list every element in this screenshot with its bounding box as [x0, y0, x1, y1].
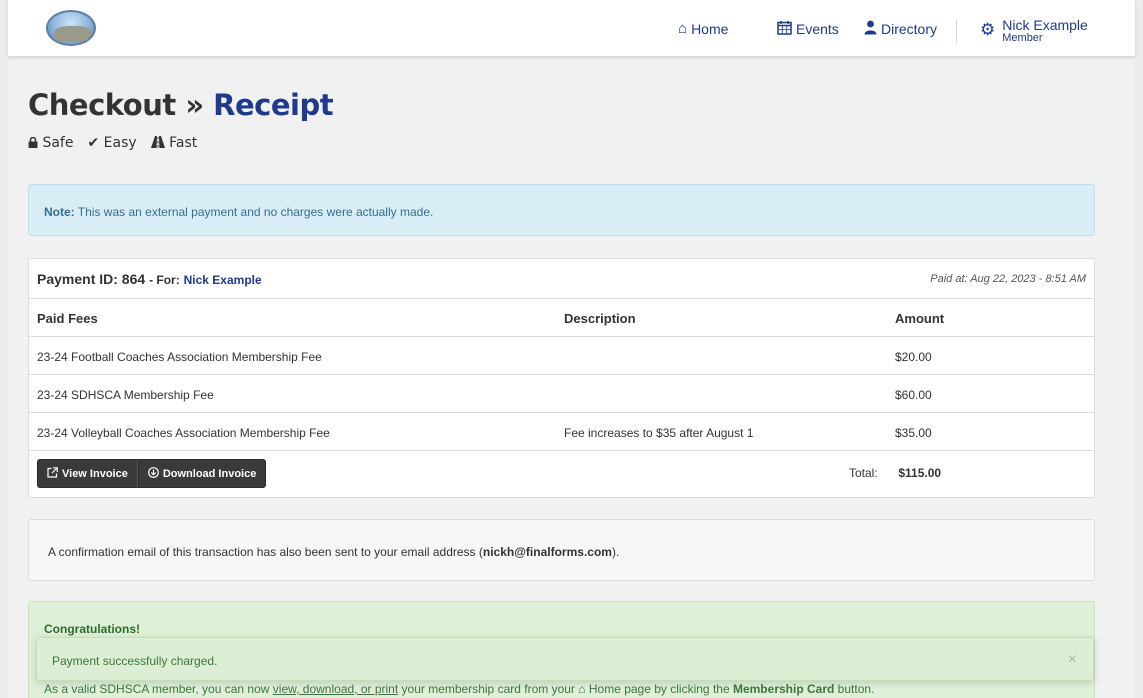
view-invoice-button[interactable]: View Invoice	[37, 459, 138, 488]
col-description: Description	[564, 311, 636, 326]
receipt-footer: View Invoice Download Invoice Total: $11…	[29, 451, 1094, 497]
table-row: 23-24 SDHSCA Membership Fee $60.00	[29, 375, 1094, 413]
confirmation-email: nickh@finalforms.com	[482, 545, 612, 559]
badge-fast-label: Fast	[169, 135, 198, 151]
check-icon: ✔	[87, 135, 100, 151]
receipt-header: Payment ID: 864 - For: Nick Example Paid…	[29, 259, 1094, 299]
title-accent: Receipt	[213, 88, 334, 122]
calendar-icon	[777, 20, 792, 38]
view-invoice-label: View Invoice	[62, 467, 128, 480]
membership-card-button-name: Membership Card	[732, 682, 835, 696]
table-row: 23-24 Football Coaches Association Membe…	[29, 337, 1094, 375]
table-header: Paid Fees Description Amount	[29, 299, 1094, 337]
badge-easy-label: Easy	[103, 135, 137, 151]
fee-amount: $20.00	[895, 350, 932, 364]
congratulations-text: As a valid SDHSCA member, you can now vi…	[44, 682, 874, 696]
lock-icon	[28, 136, 38, 148]
congratulations-heading: Congratulations!	[44, 622, 140, 636]
invoice-button-group: View Invoice Download Invoice	[37, 459, 267, 488]
congrats-text-mid: your membership card from your	[401, 682, 575, 696]
external-link-icon	[47, 466, 58, 481]
badge-safe: Safe	[28, 135, 73, 151]
user-name: Nick Example	[1002, 17, 1088, 33]
title-main: Checkout »	[28, 88, 204, 122]
success-toast: Payment successfully charged. ×	[36, 637, 1094, 681]
col-amount: Amount	[895, 311, 945, 326]
road-icon	[150, 136, 165, 148]
payment-id-label: Payment ID: 864	[37, 271, 146, 287]
close-icon[interactable]: ×	[1068, 651, 1077, 669]
congrats-text-tail: button.	[837, 682, 875, 696]
fee-name: 23-24 Volleyball Coaches Association Mem…	[37, 426, 330, 440]
nav-divider	[956, 19, 957, 43]
congrats-text-start: As a valid SDHSCA member, you can now	[44, 682, 270, 696]
home-page-link[interactable]: Home page	[589, 682, 651, 696]
download-circle-icon	[147, 466, 159, 481]
badge-easy: ✔ Easy	[87, 135, 136, 151]
table-row: 23-24 Volleyball Coaches Association Mem…	[29, 413, 1094, 451]
nav-directory-link[interactable]: Directory	[864, 20, 937, 38]
fee-name: 23-24 SDHSCA Membership Fee	[37, 388, 214, 402]
total-label: Total:	[849, 466, 878, 480]
badge-fast: Fast	[150, 135, 198, 151]
congrats-text-end: by clicking the	[654, 682, 730, 696]
total-value: $115.00	[898, 466, 942, 480]
checkout-badges: Safe ✔ Easy Fast	[28, 135, 211, 151]
nav-events-label: Events	[796, 20, 839, 37]
membership-card-link[interactable]: view, download, or print	[273, 682, 398, 696]
nav-home-link[interactable]: ⌂ Home	[678, 21, 728, 37]
fee-name: 23-24 Football Coaches Association Membe…	[37, 350, 322, 364]
toast-message: Payment successfully charged.	[52, 654, 218, 668]
note-text: This was an external payment and no char…	[77, 205, 434, 219]
home-small-icon: ⌂	[578, 682, 586, 696]
download-invoice-button[interactable]: Download Invoice	[137, 459, 267, 488]
col-paid-fees: Paid Fees	[37, 311, 98, 326]
site-logo[interactable]	[46, 10, 96, 46]
payment-for-name[interactable]: Nick Example	[184, 273, 262, 287]
top-navbar: ⌂ Home Events Directory ⚙ Nick Example M…	[8, 0, 1135, 57]
nav-directory-label: Directory	[881, 20, 938, 37]
fee-amount: $35.00	[895, 426, 932, 440]
nav-home-label: Home	[691, 20, 729, 37]
gear-icon: ⚙	[980, 20, 996, 39]
download-invoice-label: Download Invoice	[162, 467, 257, 480]
receipt-panel: Payment ID: 864 - For: Nick Example Paid…	[28, 258, 1095, 498]
payment-for-label: - For:	[149, 273, 180, 287]
confirmation-text-after: ).	[611, 545, 620, 559]
user-role: Member	[1002, 32, 1043, 44]
receipt-total: Total: $115.00	[849, 466, 941, 480]
nav-events-link[interactable]: Events	[777, 20, 839, 38]
note-label: Note:	[44, 205, 75, 219]
page: ⌂ Home Events Directory ⚙ Nick Example M…	[8, 0, 1135, 698]
user-icon	[864, 20, 877, 38]
fee-amount: $60.00	[895, 388, 932, 402]
confirmation-text-before: A confirmation email of this transaction…	[48, 545, 483, 559]
confirmation-panel: A confirmation email of this transaction…	[28, 519, 1095, 581]
fee-description: Fee increases to $35 after August 1	[564, 426, 754, 440]
info-note: Note: This was an external payment and n…	[28, 184, 1095, 236]
page-title: Checkout » Receipt	[28, 88, 334, 122]
badge-safe-label: Safe	[42, 135, 74, 151]
payment-id: Payment ID: 864 - For: Nick Example	[37, 271, 262, 287]
home-icon: ⌂	[678, 20, 688, 37]
user-menu[interactable]: ⚙ Nick Example Member	[980, 18, 1088, 44]
paid-at: Paid at: Aug 22, 2023 - 8:51 AM	[930, 273, 1086, 285]
